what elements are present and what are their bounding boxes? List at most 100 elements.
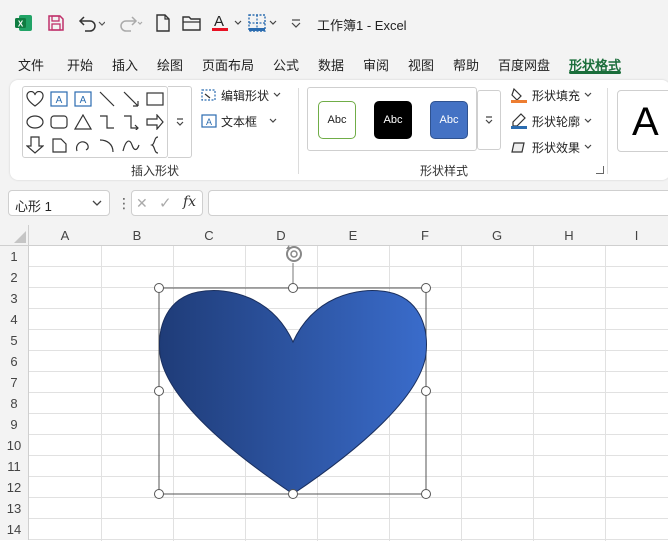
formula-bar-more-icon[interactable]: ⋮ [117, 195, 131, 212]
grid-line [29, 455, 668, 456]
open-folder-icon[interactable] [182, 13, 202, 33]
row-header[interactable]: 5 [0, 330, 29, 351]
select-all-corner[interactable] [0, 225, 29, 246]
tab-page-layout[interactable]: 页面布局 [202, 55, 254, 74]
tab-formulas[interactable]: 公式 [273, 55, 299, 74]
elbow-connector-icon[interactable] [96, 111, 118, 133]
heart-shape-icon[interactable] [24, 88, 46, 110]
row-header[interactable]: 14 [0, 519, 29, 540]
tab-baidu-netdisk[interactable]: 百度网盘 [498, 55, 550, 74]
shape-effects-icon [511, 142, 525, 153]
shape-style-preset[interactable]: Abc [430, 101, 468, 139]
row-header[interactable]: 1 [0, 246, 29, 267]
tab-file[interactable]: 文件 [18, 55, 44, 74]
grid-line [29, 476, 668, 477]
row-header[interactable]: 9 [0, 414, 29, 435]
row-header[interactable]: 7 [0, 372, 29, 393]
font-color-icon[interactable]: A [210, 13, 244, 33]
save-icon[interactable] [46, 13, 66, 33]
grid-line [29, 371, 668, 372]
chevron-down-icon [273, 92, 281, 97]
tab-help[interactable]: 帮助 [453, 55, 479, 74]
ribbon-separator [298, 88, 299, 174]
redo-icon[interactable] [114, 13, 144, 33]
chevron-down-icon [584, 92, 592, 97]
down-arrow-shape-icon[interactable] [24, 134, 46, 156]
right-arrow-shape-icon[interactable] [144, 111, 166, 133]
undo-icon[interactable] [76, 13, 106, 33]
column-header[interactable]: I [605, 225, 668, 246]
column-header[interactable]: G [461, 225, 533, 246]
cancel-icon[interactable]: ✕ [136, 195, 148, 212]
row-header[interactable]: 11 [0, 456, 29, 477]
ribbon-separator [607, 88, 608, 174]
new-file-icon[interactable] [154, 13, 172, 33]
arrow-line-shape-icon[interactable] [120, 88, 142, 110]
svg-text:A: A [56, 95, 63, 106]
chevron-down-icon [485, 116, 493, 124]
grid-line [29, 434, 668, 435]
grid-line [29, 518, 668, 519]
shape-effects-button[interactable]: 形状效果 [510, 137, 592, 157]
window-title: 工作簿1 - Excel [317, 18, 407, 33]
vertical-text-box-icon[interactable]: A [72, 88, 94, 110]
elbow-arrow-connector-icon[interactable] [120, 111, 142, 133]
column-header[interactable]: F [389, 225, 461, 246]
borders-icon[interactable] [248, 13, 280, 33]
rectangle-shape-icon[interactable] [144, 88, 166, 110]
row-header[interactable]: 3 [0, 288, 29, 309]
row-header[interactable]: 4 [0, 309, 29, 330]
grid-line [29, 308, 668, 309]
shape-outline-button[interactable]: 形状轮廓 [510, 111, 592, 131]
tab-view[interactable]: 视图 [408, 55, 434, 74]
edit-shape-button[interactable]: 编辑形状 [201, 85, 281, 105]
row-header[interactable]: 10 [0, 435, 29, 456]
tab-insert[interactable]: 插入 [112, 55, 138, 74]
column-header[interactable]: D [245, 225, 317, 246]
shape-style-preset[interactable]: Abc [374, 101, 412, 139]
enter-icon[interactable]: ✓ [159, 194, 172, 212]
edit-shape-label: 编辑形状 [221, 88, 270, 103]
row-header[interactable]: 6 [0, 351, 29, 372]
svg-text:A: A [214, 13, 224, 30]
text-box-button[interactable]: A 文本框 [201, 111, 277, 131]
arc-shape-icon[interactable] [96, 134, 118, 156]
column-header[interactable]: C [173, 225, 245, 246]
formula-input[interactable] [208, 190, 668, 216]
row-header[interactable]: 12 [0, 477, 29, 498]
customize-qat-icon[interactable] [288, 13, 304, 33]
column-header[interactable]: A [29, 225, 101, 246]
title-bar: X A 工作簿1 - Excel [0, 0, 668, 46]
shape-fill-button[interactable]: 形状填充 [510, 85, 592, 105]
wordart-style-preview: A [632, 100, 659, 144]
chevron-down-icon[interactable] [92, 199, 102, 207]
shape-styles-more-button[interactable] [477, 90, 501, 150]
row-header[interactable]: 2 [0, 267, 29, 288]
insert-function-icon[interactable]: fx [183, 194, 196, 210]
row-header[interactable]: 13 [0, 498, 29, 519]
row-header[interactable]: 8 [0, 393, 29, 414]
oval-shape-icon[interactable] [24, 111, 46, 133]
grid-line [29, 392, 668, 393]
freeform-shape-icon[interactable] [72, 134, 94, 156]
brace-shape-icon[interactable] [144, 134, 166, 156]
rounded-rectangle-shape-icon[interactable] [48, 111, 70, 133]
flowchart-document-icon[interactable] [48, 134, 70, 156]
name-box-value: 心形 1 [15, 199, 52, 214]
dialog-launcher-icon[interactable] [596, 166, 604, 174]
tab-home[interactable]: 开始 [67, 55, 93, 74]
curve-shape-icon[interactable] [120, 134, 142, 156]
column-header[interactable]: E [317, 225, 389, 246]
column-header[interactable]: B [101, 225, 173, 246]
line-shape-icon[interactable] [96, 88, 118, 110]
text-box-shape-icon[interactable]: A [48, 88, 70, 110]
shape-style-preset[interactable]: Abc [318, 101, 356, 139]
shapes-gallery-more-button[interactable] [168, 86, 192, 158]
tab-data[interactable]: 数据 [318, 55, 344, 74]
grid-line [29, 413, 668, 414]
tab-draw[interactable]: 绘图 [157, 55, 183, 74]
tab-review[interactable]: 审阅 [363, 55, 389, 74]
triangle-shape-icon[interactable] [72, 111, 94, 133]
column-header[interactable]: H [533, 225, 605, 246]
svg-text:A: A [80, 95, 87, 106]
